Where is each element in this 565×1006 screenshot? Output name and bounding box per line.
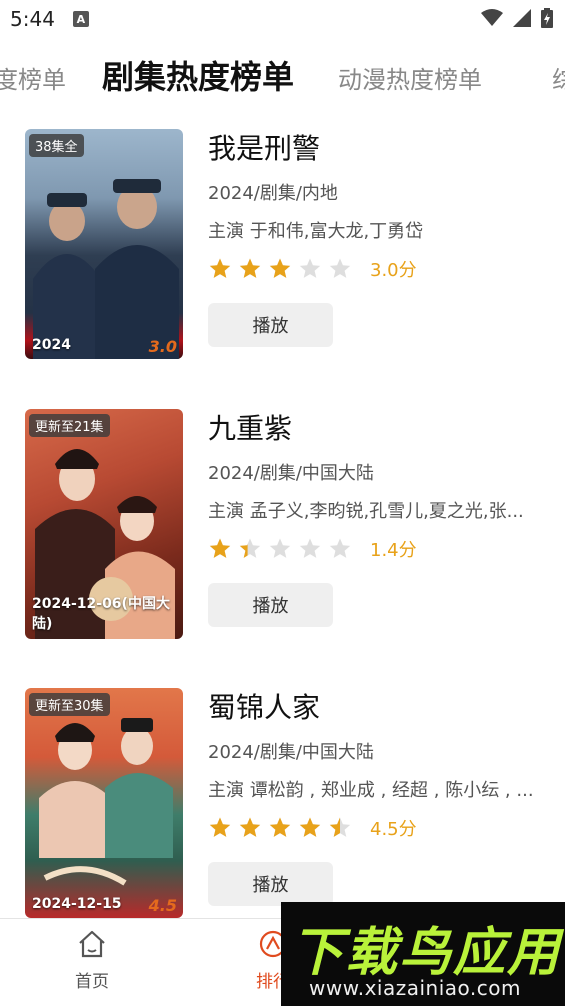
star-full-icon	[299, 817, 321, 837]
star-rating	[208, 257, 352, 281]
rating-row: 3.0分	[208, 257, 543, 281]
item-meta: 2024/剧集/中国大陆	[208, 463, 374, 484]
item-info: 蜀锦人家 2024/剧集/中国大陆 主演 谭松韵 , 郑业成 , 经超 , 陈小…	[208, 688, 543, 906]
poster-score: 3.0	[148, 337, 177, 356]
poster-date: 2024	[32, 337, 71, 353]
tab-variety-ranking[interactable]: 度榜单	[0, 60, 66, 95]
item-cast: 主演 孟子义,李昀锐,孔雪儿,夏之光,张...	[208, 501, 524, 522]
rating-row: 1.4分	[208, 537, 543, 561]
item-info: 九重紫 2024/剧集/中国大陆 主演 孟子义,李昀锐,孔雪儿,夏之光,张...…	[208, 409, 543, 627]
notification-icon: A	[72, 11, 89, 27]
status-icons	[481, 8, 553, 28]
signal-icon	[513, 9, 531, 27]
wifi-icon	[481, 9, 503, 26]
rating-row: 4.5分	[208, 816, 543, 840]
episode-badge: 38集全	[29, 134, 84, 157]
poster[interactable]: 更新至21集 2024-12-06(中国大陆)	[25, 409, 183, 639]
poster-date: 2024-12-15	[32, 896, 122, 912]
item-meta: 2024/剧集/中国大陆	[208, 742, 374, 763]
watermark: 下载鸟应用 www.xiazainiao.com	[281, 902, 565, 1006]
nav-home-label: 首页	[75, 972, 109, 992]
status-time: 5:44	[10, 7, 55, 31]
item-title[interactable]: 蜀锦人家	[208, 690, 543, 726]
rating-text: 1.4分	[370, 540, 417, 561]
star-empty-icon	[329, 538, 351, 558]
star-rating	[208, 537, 352, 561]
star-full-icon	[269, 817, 291, 837]
rating-text: 3.0分	[370, 260, 417, 281]
item-cast: 主演 谭松韵 , 郑业成 , 经超 , 陈小纭 , ...	[208, 780, 534, 801]
tab-anime-ranking[interactable]: 动漫热度榜单	[338, 60, 482, 95]
star-full-icon	[269, 258, 291, 278]
list-item[interactable]: 38集全 2024 3.0 我是刑警 2024/剧集/内地 主演 于和伟,富大龙…	[25, 129, 545, 361]
episode-badge: 更新至30集	[29, 693, 110, 716]
star-empty-icon	[299, 538, 321, 558]
star-rating	[208, 816, 352, 840]
nav-home[interactable]: 首页	[52, 929, 132, 992]
category-tabs: 度榜单 剧集热度榜单 动漫热度榜单 综	[0, 52, 565, 108]
poster[interactable]: 更新至30集 2024-12-15 4.5	[25, 688, 183, 918]
watermark-url: www.xiazainiao.com	[309, 976, 521, 1000]
play-button[interactable]: 播放	[208, 862, 333, 906]
poster-score: 4.5	[148, 896, 177, 915]
star-full-icon	[239, 258, 261, 278]
item-info: 我是刑警 2024/剧集/内地 主演 于和伟,富大龙,丁勇岱 3.0分 播放	[208, 129, 543, 347]
list-item[interactable]: 更新至21集 2024-12-06(中国大陆) 九重紫 2024/剧集/中国大陆…	[25, 409, 545, 641]
item-cast: 主演 于和伟,富大龙,丁勇岱	[208, 221, 424, 242]
star-empty-icon	[269, 538, 291, 558]
item-title[interactable]: 我是刑警	[208, 131, 543, 167]
poster[interactable]: 38集全 2024 3.0	[25, 129, 183, 359]
poster-figures	[39, 718, 173, 886]
watermark-title: 下载鸟应用	[291, 923, 562, 983]
item-meta: 2024/剧集/内地	[208, 183, 338, 204]
star-full-icon	[209, 817, 231, 837]
play-button[interactable]: 播放	[208, 583, 333, 627]
poster-date: 2024-12-06(中国大陆)	[32, 596, 170, 632]
home-icon	[79, 930, 105, 958]
tab-drama-ranking[interactable]: 剧集热度榜单	[102, 52, 294, 98]
rating-text: 4.5分	[370, 819, 417, 840]
poster-figures	[33, 179, 179, 359]
star-half-icon	[329, 817, 351, 837]
episode-badge: 更新至21集	[29, 414, 110, 437]
star-empty-icon	[329, 258, 351, 278]
star-half-icon	[239, 538, 261, 558]
battery-icon	[541, 8, 553, 28]
star-empty-icon	[299, 258, 321, 278]
status-bar: 5:44 A	[0, 0, 565, 38]
list-item[interactable]: 更新至30集 2024-12-15 4.5 蜀锦人家 2024/剧集/中国大陆 …	[25, 688, 545, 920]
play-button[interactable]: 播放	[208, 303, 333, 347]
star-full-icon	[209, 258, 231, 278]
tab-more-ranking[interactable]: 综	[552, 60, 565, 95]
star-full-icon	[239, 817, 261, 837]
item-title[interactable]: 九重紫	[208, 411, 543, 447]
star-full-icon	[209, 538, 231, 558]
